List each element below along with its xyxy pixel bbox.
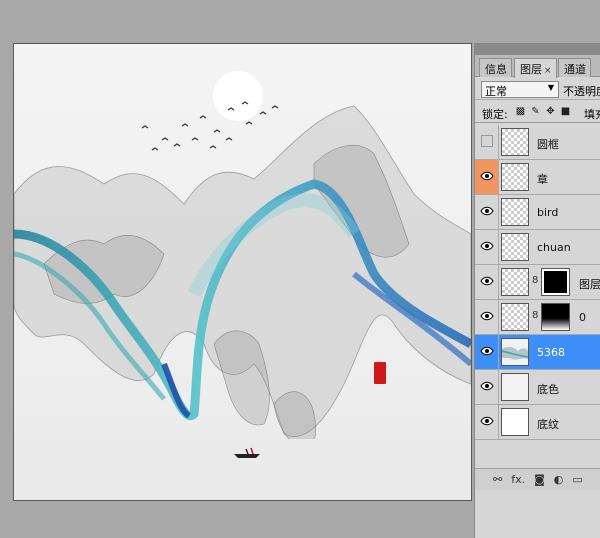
layer-name: 5368 xyxy=(537,346,565,359)
layer-thumbnail xyxy=(501,303,529,331)
visibility-toggle[interactable] xyxy=(475,335,499,369)
layer-mask-thumbnail[interactable] xyxy=(541,303,570,331)
lock-all-icon[interactable]: ■ xyxy=(560,106,571,117)
group-icon[interactable]: ▭ xyxy=(572,473,582,486)
fill-label: 填充 xyxy=(584,108,600,121)
layer-row-bird[interactable]: bird xyxy=(475,195,600,230)
layer-thumbnail xyxy=(501,408,529,436)
visibility-toggle[interactable] xyxy=(475,125,499,159)
visibility-off-icon xyxy=(481,135,493,147)
layer-thumbnail xyxy=(501,198,529,226)
visibility-toggle[interactable] xyxy=(475,370,499,404)
layer-name: chuan xyxy=(537,241,571,254)
artwork-thumbnail xyxy=(502,346,528,360)
layer-list: 圆框 章 bird chuan 8 图层 8 0 5368 底色 底纹 xyxy=(475,125,600,440)
layer-thumbnail xyxy=(501,233,529,261)
layer-name: 章 xyxy=(537,173,548,186)
visibility-toggle[interactable] xyxy=(475,160,499,194)
tab-info[interactable]: 信息 xyxy=(479,58,512,77)
layer-thumbnail xyxy=(501,268,529,296)
eye-icon xyxy=(480,241,494,251)
eye-icon xyxy=(480,276,494,286)
lock-label: 锁定: xyxy=(482,108,508,121)
layer-row-0[interactable]: 8 0 xyxy=(475,300,600,335)
layer-row-diwen[interactable]: 底纹 xyxy=(475,405,600,440)
layer-name: 底纹 xyxy=(537,418,559,431)
link-chain-icon: 8 xyxy=(532,275,539,286)
lock-paint-icon[interactable]: ✎ xyxy=(530,106,541,117)
eye-icon xyxy=(480,416,494,426)
boat xyxy=(234,454,260,458)
artwork-ink-landscape xyxy=(14,44,471,500)
tab-channels[interactable]: 通道 xyxy=(558,58,591,77)
adjustment-icon[interactable]: ◐ xyxy=(554,473,564,486)
mask-icon[interactable]: ◙ xyxy=(534,473,545,486)
blend-row: 正常▼ 不透明度 xyxy=(475,78,600,100)
layer-thumbnail xyxy=(501,338,529,366)
layer-thumbnail xyxy=(501,373,529,401)
layer-thumbnail xyxy=(501,163,529,191)
visibility-toggle[interactable] xyxy=(475,195,499,229)
sun-circle xyxy=(213,71,263,121)
layer-name: bird xyxy=(537,206,559,219)
layer-row-tuceng[interactable]: 8 图层 xyxy=(475,265,600,300)
layer-mask-thumbnail[interactable] xyxy=(541,268,570,296)
layer-row-yuankuang[interactable]: 圆框 xyxy=(475,125,600,160)
eye-icon xyxy=(480,171,494,181)
layers-panel-footer: ⚯ fx. ◙ ◐ ▭ xyxy=(475,468,600,490)
lock-move-icon[interactable]: ✥ xyxy=(545,106,556,117)
link-chain-icon: 8 xyxy=(532,310,539,321)
eye-icon xyxy=(480,311,494,321)
layer-name: 圆框 xyxy=(537,138,559,151)
layer-row-5368[interactable]: 5368 xyxy=(475,335,600,370)
link-icon[interactable]: ⚯ xyxy=(493,473,502,486)
layer-thumbnail xyxy=(501,128,529,156)
layers-panel: 信息 图层× 通道 正常▼ 不透明度 锁定: ▩ ✎ ✥ ■ 填充 圆框 xyxy=(474,55,600,538)
eye-icon xyxy=(480,206,494,216)
eye-icon xyxy=(480,346,494,356)
lock-row: 锁定: ▩ ✎ ✥ ■ 填充 xyxy=(475,101,600,123)
document-canvas[interactable] xyxy=(13,43,472,501)
panel-top-strip xyxy=(474,43,600,55)
opacity-label: 不透明度 xyxy=(563,85,600,98)
visibility-toggle[interactable] xyxy=(475,230,499,264)
layer-name: 底色 xyxy=(537,383,559,396)
blend-mode-select[interactable]: 正常 ▼ xyxy=(481,81,559,98)
visibility-toggle[interactable] xyxy=(475,300,499,334)
visibility-toggle[interactable] xyxy=(475,405,499,439)
panel-tabs: 信息 图层 × 通道 xyxy=(475,55,600,78)
layer-row-chuan[interactable]: chuan xyxy=(475,230,600,265)
layer-row-zhang[interactable]: 章 xyxy=(475,160,600,195)
eye-icon xyxy=(480,381,494,391)
close-icon[interactable]: × xyxy=(544,66,552,76)
lock-transparent-icon[interactable]: ▩ xyxy=(515,106,526,117)
layer-name: 0 xyxy=(579,311,586,324)
red-seal xyxy=(374,362,386,384)
dropdown-arrow-icon: ▼ xyxy=(547,83,554,92)
layer-name: 图层 xyxy=(579,278,600,291)
fx-icon[interactable]: fx. xyxy=(511,473,525,486)
visibility-toggle[interactable] xyxy=(475,265,499,299)
tab-layers[interactable]: 图层 × xyxy=(514,58,557,78)
layer-row-dise[interactable]: 底色 xyxy=(475,370,600,405)
